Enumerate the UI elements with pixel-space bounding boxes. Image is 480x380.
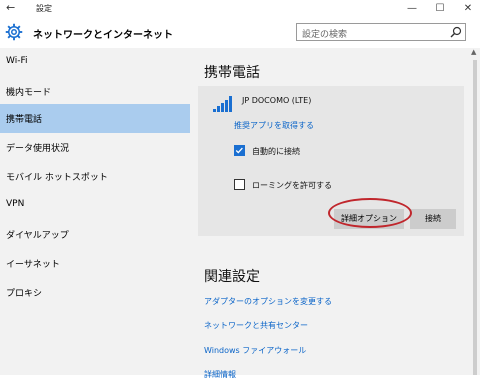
sidebar-item-mobile-hotspot[interactable]: モバイル ホットスポット: [0, 162, 190, 191]
auto-connect-checkbox[interactable]: [234, 145, 245, 156]
sidebar-item-proxy[interactable]: プロキシ: [0, 278, 190, 307]
search-icon[interactable]: [450, 26, 462, 38]
sidebar: Wi-Fi 機内モード 携帯電話 データ使用状況 モバイル ホットスポット VP…: [0, 48, 190, 375]
highlight-ellipse: [328, 198, 412, 228]
back-arrow-icon[interactable]: ←: [6, 1, 15, 14]
main-content: 携帯電話 JP DOCOMO (LTE) 推奨アプリを取得する 自動的に接続 ロ…: [190, 48, 470, 379]
sidebar-item-label: ダイヤルアップ: [6, 231, 69, 241]
page-title: ネットワークとインターネット: [33, 30, 173, 41]
gear-icon: [5, 23, 23, 41]
sidebar-item-label: データ使用状況: [6, 144, 70, 154]
close-button[interactable]: ✕: [454, 0, 480, 18]
related-settings-title: 関連設定: [204, 269, 260, 285]
title-bar: ← 設定 — ☐ ✕: [0, 0, 480, 18]
related-link-firewall[interactable]: Windows ファイアウォール: [204, 345, 306, 356]
sidebar-item-wifi[interactable]: Wi-Fi: [0, 48, 190, 77]
roaming-label: ローミングを許可する: [252, 181, 332, 190]
scrollbar[interactable]: ▲: [470, 48, 480, 375]
sidebar-item-cellular[interactable]: 携帯電話: [0, 104, 190, 133]
checkmark-icon: [235, 147, 243, 154]
sidebar-item-label: プロキシ: [6, 289, 43, 299]
sidebar-item-data-usage[interactable]: データ使用状況: [0, 133, 190, 162]
network-card[interactable]: JP DOCOMO (LTE) 推奨アプリを取得する 自動的に接続 ローミングを…: [198, 86, 464, 236]
carrier-name: JP DOCOMO (LTE): [242, 96, 312, 105]
sidebar-item-label: 携帯電話: [6, 115, 43, 125]
auto-connect-label: 自動的に接続: [252, 147, 300, 156]
connect-button[interactable]: 接続: [410, 209, 456, 229]
window-title: 設定: [36, 4, 52, 13]
get-app-link[interactable]: 推奨アプリを取得する: [234, 120, 314, 131]
sidebar-item-label: イーサネット: [6, 260, 60, 270]
related-link-adapter-options[interactable]: アダプターのオプションを変更する: [204, 296, 332, 307]
sidebar-item-vpn[interactable]: VPN: [0, 191, 190, 220]
related-link-sharing-center[interactable]: ネットワークと共有センター: [204, 320, 308, 331]
scrollbar-thumb[interactable]: [473, 60, 477, 375]
scroll-up-icon[interactable]: ▲: [471, 48, 476, 56]
search-input[interactable]: 設定の検索: [296, 23, 466, 41]
minimize-button[interactable]: —: [398, 0, 426, 18]
sidebar-item-label: モバイル ホットスポット: [6, 173, 108, 183]
sidebar-item-dial-up[interactable]: ダイヤルアップ: [0, 220, 190, 249]
page-header: ネットワークとインターネット 設定の検索: [0, 18, 480, 48]
sidebar-item-label: VPN: [6, 199, 25, 209]
section-title: 携帯電話: [204, 65, 260, 81]
sidebar-item-label: 機内モード: [6, 88, 52, 98]
search-placeholder: 設定の検索: [302, 30, 348, 40]
maximize-button[interactable]: ☐: [426, 0, 454, 18]
sidebar-item-ethernet[interactable]: イーサネット: [0, 249, 190, 278]
roaming-checkbox[interactable]: [234, 179, 245, 190]
signal-strength-icon: [213, 96, 232, 112]
sidebar-item-airplane-mode[interactable]: 機内モード: [0, 77, 190, 106]
sidebar-item-label: Wi-Fi: [6, 56, 28, 66]
